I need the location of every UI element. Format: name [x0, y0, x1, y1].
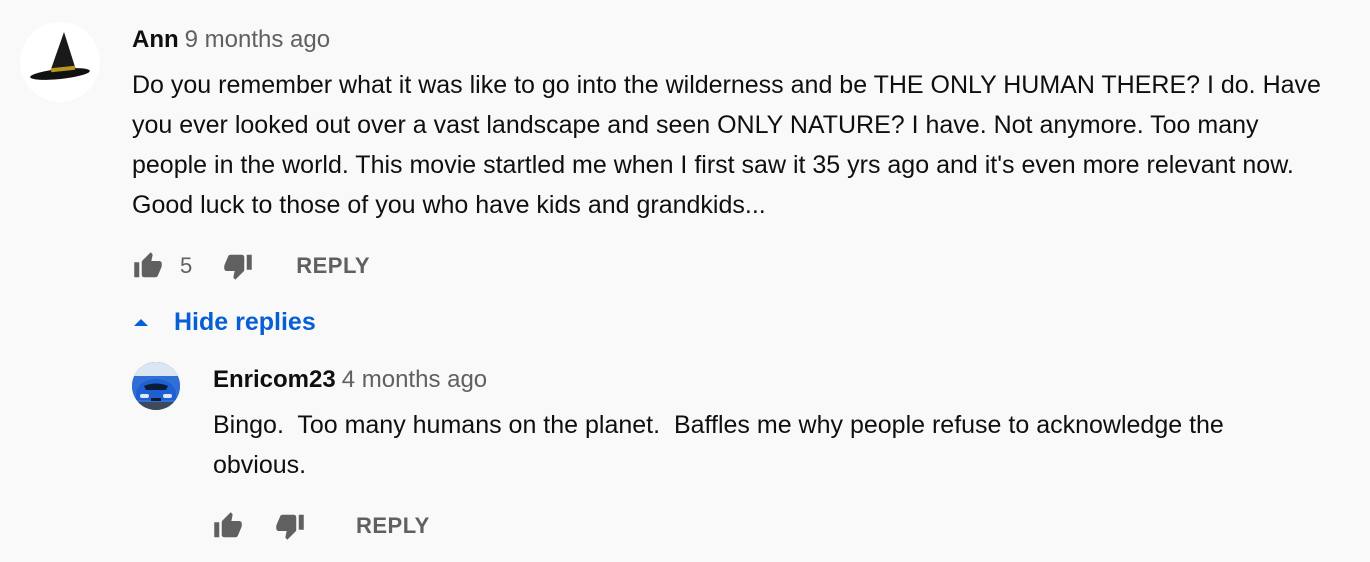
- like-button[interactable]: [132, 250, 164, 282]
- reply-reply-button[interactable]: REPLY: [356, 513, 430, 539]
- thumbs-down-icon: [224, 254, 252, 280]
- hide-replies-button[interactable]: Hide replies: [132, 302, 316, 342]
- reply-header: Enricom23 4 months ago: [213, 364, 487, 396]
- reply-text: Bingo. Too many humans on the planet. Ba…: [213, 411, 1231, 479]
- car-icon: [132, 362, 180, 410]
- comment-header: Ann 9 months ago: [132, 24, 330, 56]
- reply-dislike-button[interactable]: [274, 510, 306, 542]
- thumbs-down-icon: [276, 514, 304, 540]
- hide-replies-label: Hide replies: [174, 307, 316, 336]
- reply-like-button[interactable]: [212, 510, 244, 542]
- reply-avatar[interactable]: [132, 362, 180, 410]
- witch-hat-icon: [20, 22, 100, 102]
- reply-actions: REPLY: [212, 506, 430, 546]
- avatar[interactable]: [20, 22, 100, 102]
- thumbs-up-icon: [214, 512, 242, 538]
- thumbs-up-icon: [134, 252, 162, 278]
- reply-author[interactable]: Enricom23: [213, 366, 336, 393]
- comment-text: Do you remember what it was like to go i…: [132, 71, 1321, 219]
- reply-button[interactable]: REPLY: [296, 253, 370, 279]
- caret-up-icon: [134, 319, 148, 326]
- comment-time[interactable]: 9 months ago: [185, 26, 330, 53]
- comment-author[interactable]: Ann: [132, 26, 179, 53]
- reply-time[interactable]: 4 months ago: [342, 366, 487, 393]
- dislike-button[interactable]: [222, 250, 254, 282]
- like-count: 5: [180, 253, 193, 278]
- comment-actions: 5 REPLY: [132, 246, 370, 286]
